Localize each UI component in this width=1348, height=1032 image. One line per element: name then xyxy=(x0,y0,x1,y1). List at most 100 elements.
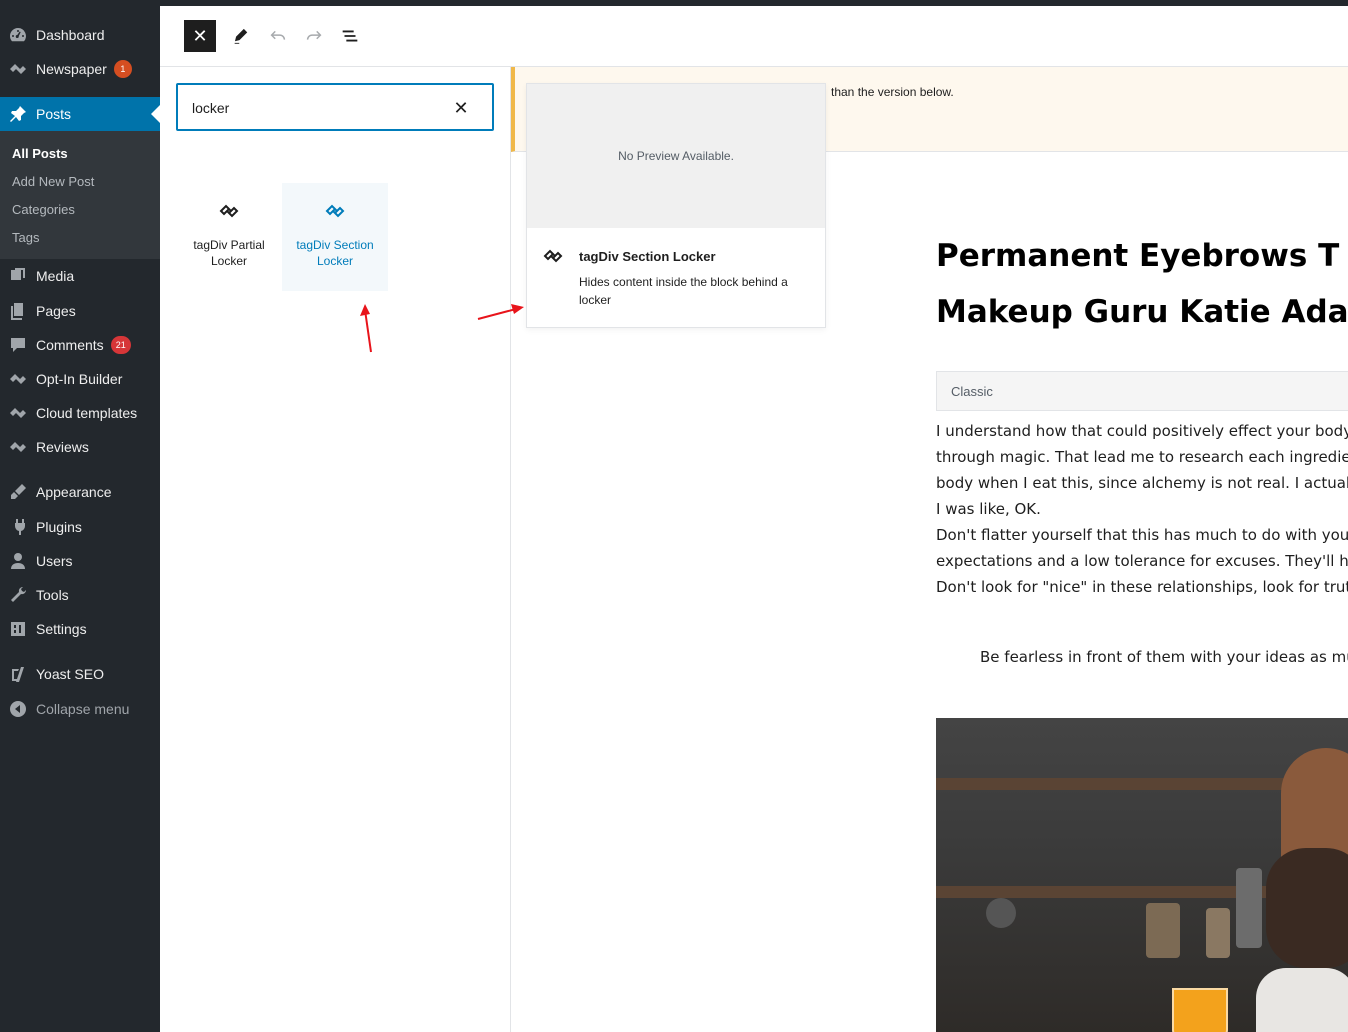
menu-item-appearance[interactable]: Appearance xyxy=(0,475,160,509)
appearance-icon xyxy=(0,482,36,502)
collapse-menu-button[interactable]: Collapse menu xyxy=(0,692,160,726)
menu-item-posts[interactable]: Posts xyxy=(0,97,160,131)
redo-button[interactable] xyxy=(298,20,330,52)
menu-item-label: Appearance xyxy=(36,484,112,500)
block-title: tagDiv Section Locker xyxy=(296,238,374,268)
yoast-icon xyxy=(0,664,36,684)
photo-orange-juice xyxy=(1172,988,1228,1032)
menu-item-label: Settings xyxy=(36,621,87,637)
photo-person-beard xyxy=(1266,848,1348,968)
menu-item-label: Tools xyxy=(36,587,69,603)
dashboard-icon xyxy=(0,25,36,45)
menu-item-label: Dashboard xyxy=(36,27,105,43)
preview-block-description: Hides content inside the block behind a … xyxy=(579,275,788,307)
undo-button[interactable] xyxy=(262,20,294,52)
comments-icon xyxy=(0,335,36,355)
menu-item-pages[interactable]: Pages xyxy=(0,294,160,328)
admin-sidebar: Dashboard Newspaper 1 Posts All Posts Ad… xyxy=(0,0,160,1032)
pages-icon xyxy=(0,301,36,321)
menu-item-label: Posts xyxy=(36,106,72,122)
annotation-arrow-right xyxy=(477,304,524,320)
submenu-tags[interactable]: Tags xyxy=(12,230,39,245)
collapse-icon xyxy=(0,699,36,719)
submenu-add-new-post[interactable]: Add New Post xyxy=(12,174,94,189)
photo-person-shirt xyxy=(1256,968,1348,1032)
tagdiv-icon xyxy=(543,249,563,263)
menu-item-comments[interactable]: Comments 21 xyxy=(0,328,160,362)
update-count-badge: 1 xyxy=(113,60,132,78)
tagdiv-icon xyxy=(219,204,239,218)
menu-item-label: Collapse menu xyxy=(36,701,130,717)
tagdiv-icon xyxy=(0,59,36,79)
classic-block-toolbar[interactable]: Classic xyxy=(936,371,1348,411)
menu-item-dashboard[interactable]: Dashboard xyxy=(0,18,160,52)
paragraph-line: I understand how that could positively e… xyxy=(936,422,1348,440)
menu-item-users[interactable]: Users xyxy=(0,544,160,578)
paragraph-line: I was like, OK. xyxy=(936,500,1041,518)
plugins-icon xyxy=(0,517,36,537)
paragraph-line: through magic. That lead me to research … xyxy=(936,448,1348,466)
menu-item-reviews[interactable]: Reviews xyxy=(0,430,160,464)
post-title[interactable]: Permanent Eyebrows T Makeup Guru Katie A… xyxy=(936,228,1348,340)
paragraph-line: Don't look for "nice" in these relations… xyxy=(936,578,1348,596)
block-result-section-locker[interactable]: tagDiv Section Locker xyxy=(282,183,388,291)
quote-text: Be fearless in front of them with your i… xyxy=(980,648,1348,666)
document-outline-button[interactable] xyxy=(334,20,366,52)
close-icon: ✕ xyxy=(192,25,208,46)
menu-item-label: Comments xyxy=(36,337,104,353)
menu-item-label: Users xyxy=(36,553,73,569)
close-inserter-button[interactable]: ✕ xyxy=(184,20,216,52)
menu-item-tools[interactable]: Tools xyxy=(0,578,160,612)
submenu-all-posts[interactable]: All Posts xyxy=(12,146,68,161)
editor-toolbar: ✕ xyxy=(160,6,1348,67)
tools-mode-button[interactable] xyxy=(226,20,258,52)
list-view-icon xyxy=(342,30,358,42)
posts-submenu: All Posts Add New Post Categories Tags xyxy=(0,131,160,259)
menu-item-label: Media xyxy=(36,268,75,284)
menu-item-label: Cloud templates xyxy=(36,405,138,421)
photo-clock xyxy=(986,898,1016,928)
post-title-line: Permanent Eyebrows T xyxy=(936,238,1340,274)
media-icon xyxy=(0,266,36,286)
settings-icon xyxy=(0,619,36,639)
redo-icon xyxy=(306,30,322,40)
tagdiv-icon xyxy=(325,204,345,218)
menu-item-yoast-seo[interactable]: Yoast SEO xyxy=(0,657,160,691)
menu-item-plugins[interactable]: Plugins xyxy=(0,510,160,544)
comments-count-badge: 21 xyxy=(110,336,131,354)
block-inserter-panel: ✕ tagDiv Partial Locker tagDiv Section L… xyxy=(160,67,511,1032)
menu-item-label: Plugins xyxy=(36,519,82,535)
editor-screen: Dashboard Newspaper 1 Posts All Posts Ad… xyxy=(0,0,1348,1032)
preview-placeholder: No Preview Available. xyxy=(527,84,825,228)
block-result-partial-locker[interactable]: tagDiv Partial Locker xyxy=(176,183,282,291)
users-icon xyxy=(0,551,36,571)
menu-item-cloud-templates[interactable]: Cloud templates xyxy=(0,396,160,430)
menu-item-media[interactable]: Media xyxy=(0,259,160,293)
menu-item-label: Newspaper xyxy=(36,61,107,77)
pencil-icon xyxy=(234,28,248,44)
menu-item-settings[interactable]: Settings xyxy=(0,612,160,646)
tagdiv-icon xyxy=(0,369,36,389)
menu-item-label: Yoast SEO xyxy=(36,666,104,682)
paragraph-line: Don't flatter yourself that this has muc… xyxy=(936,526,1348,544)
post-title-line: Makeup Guru Katie Ada xyxy=(936,294,1348,330)
clear-search-button[interactable]: ✕ xyxy=(450,97,472,119)
block-search-input[interactable] xyxy=(192,97,442,119)
menu-item-opt-in-builder[interactable]: Opt-In Builder xyxy=(0,362,160,396)
notice-text: than the version below. xyxy=(831,85,954,99)
photo-jar xyxy=(1146,903,1180,958)
tagdiv-icon xyxy=(0,437,36,457)
undo-icon xyxy=(270,30,286,40)
photo-jar xyxy=(1236,868,1262,948)
block-search: ✕ xyxy=(176,83,494,131)
pin-icon xyxy=(0,104,36,124)
annotation-arrow-up xyxy=(360,304,372,353)
paragraph-line: body when I eat this, since alchemy is n… xyxy=(936,474,1348,492)
classic-block-label: Classic xyxy=(951,384,993,399)
tagdiv-icon xyxy=(0,403,36,423)
submenu-categories[interactable]: Categories xyxy=(12,202,75,217)
menu-item-label: Reviews xyxy=(36,439,89,455)
block-title: tagDiv Partial Locker xyxy=(193,238,265,268)
menu-item-newspaper[interactable]: Newspaper 1 xyxy=(0,52,160,86)
preview-block-title: tagDiv Section Locker xyxy=(579,249,716,264)
